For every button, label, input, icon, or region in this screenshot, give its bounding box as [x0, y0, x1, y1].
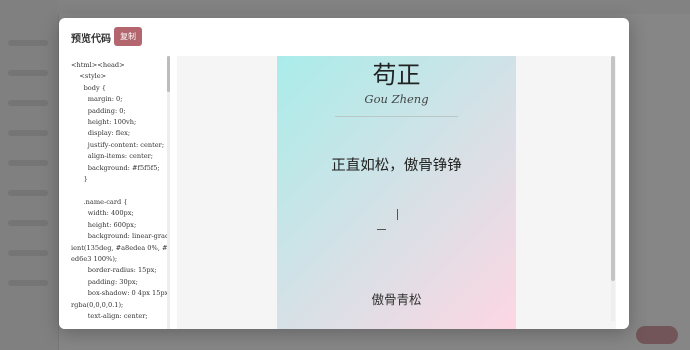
code-line: display: flex; — [71, 129, 131, 138]
code-line: height: 600px; — [71, 220, 137, 229]
code-panel[interactable]: <html><head> <style> body { margin: 0; p… — [59, 56, 170, 329]
card-motto: 正直如松，傲骨铮铮 — [331, 158, 462, 174]
preview-scrollbar[interactable] — [611, 56, 615, 321]
preview-panel: 苟正 Gou Zheng 正直如松，傲骨铮铮 傲骨青松 — [177, 56, 616, 329]
modal-title: 预览代码 — [71, 34, 111, 45]
code-line: justify-content: center; — [71, 140, 165, 149]
code-line: background: linear-gradient(135deg, #a8e… — [71, 232, 170, 263]
code-line: box-shadow: 0 4px 15px rgba(0,0,0,0.1); — [71, 289, 169, 309]
code-line: <style> — [71, 72, 107, 81]
text-cursor-icon — [397, 209, 398, 220]
code-line: text-align: center; — [71, 311, 148, 320]
code-line: <html><head> — [71, 61, 125, 69]
code-line: align-items: center; — [71, 152, 154, 161]
code-content[interactable]: <html><head> <style> body { margin: 0; p… — [59, 56, 170, 322]
code-line: width: 400px; — [71, 209, 134, 218]
card-divider — [335, 116, 458, 117]
code-line: .name-card { — [71, 197, 128, 206]
code-line: height: 100vh; — [71, 118, 137, 127]
code-line: padding: 0; — [71, 106, 126, 115]
code-line: body { — [71, 83, 107, 92]
code-scrollbar-thumb[interactable] — [167, 56, 170, 92]
dash-mark — [377, 229, 386, 230]
card-name: 苟正 — [372, 61, 421, 89]
code-line: margin: 0; — [71, 95, 123, 104]
name-card: 苟正 Gou Zheng 正直如松，傲骨铮铮 傲骨青松 — [277, 56, 516, 329]
code-line: } — [71, 175, 88, 184]
modal-header: 预览代码 复制 — [59, 18, 629, 56]
card-pinyin: Gou Zheng — [364, 92, 429, 106]
preview-code-modal: 预览代码 复制 <html><head> <style> body { marg… — [59, 18, 629, 329]
preview-scrollbar-thumb[interactable] — [611, 56, 615, 281]
code-line: padding: 30px; — [71, 277, 138, 286]
copy-button[interactable]: 复制 — [114, 27, 142, 46]
code-line: background: #f5f5f5; — [71, 163, 160, 172]
card-footer: 傲骨青松 — [371, 292, 422, 307]
code-line: border-radius: 15px; — [71, 266, 157, 275]
code-scrollbar[interactable] — [167, 56, 170, 329]
